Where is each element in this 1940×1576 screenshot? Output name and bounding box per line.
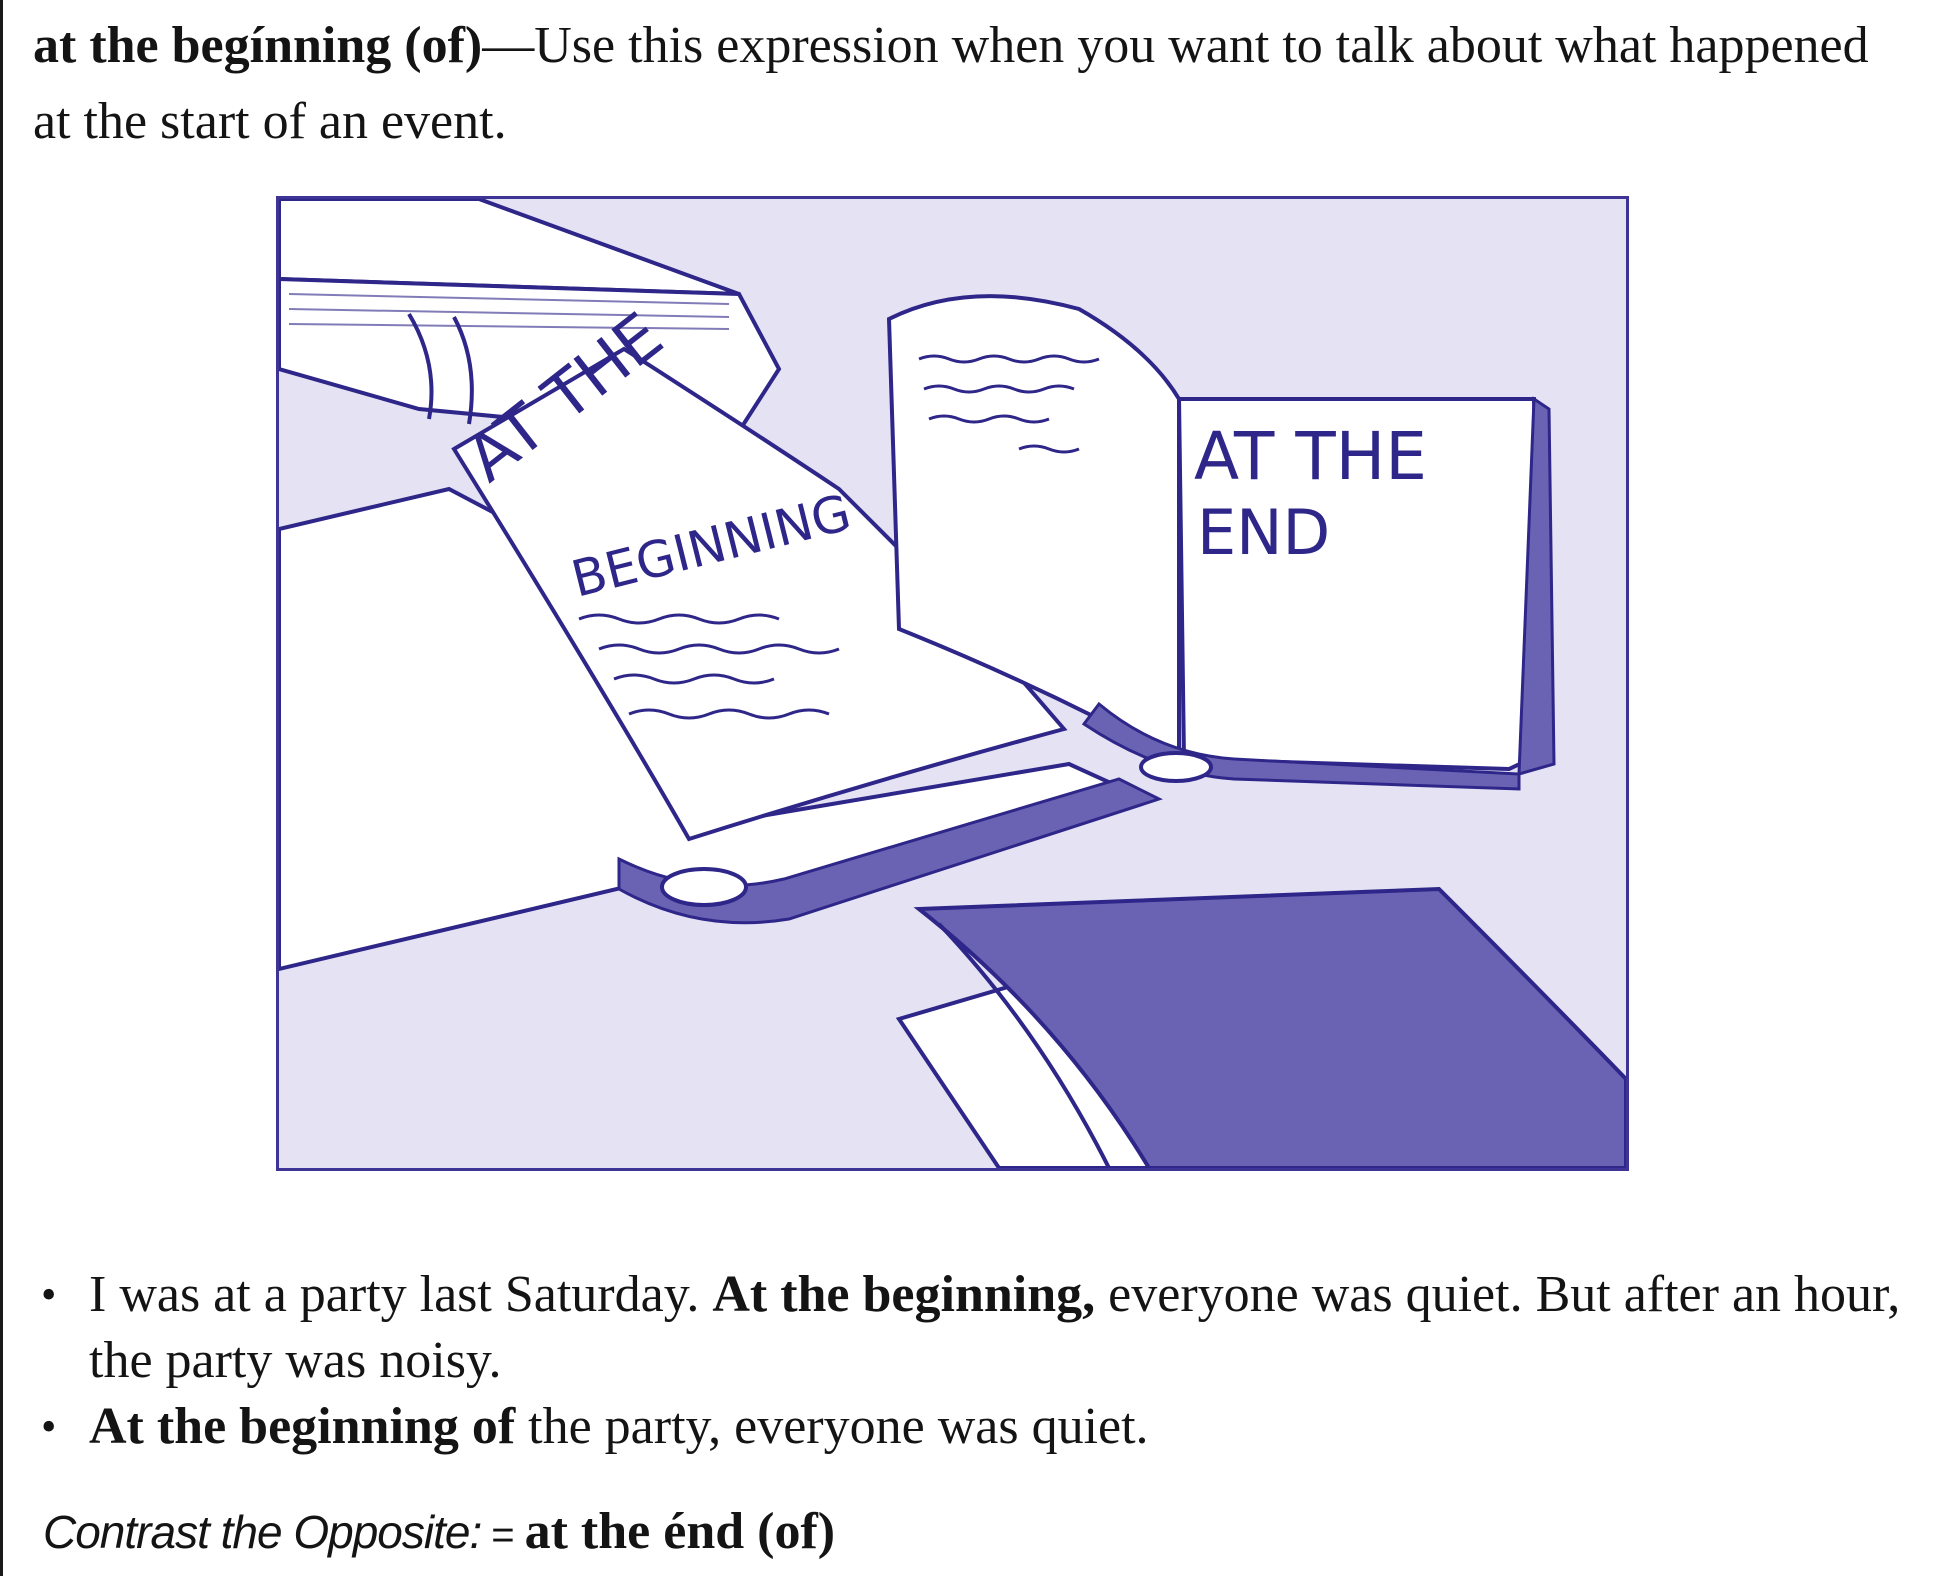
contrast-equals: = <box>491 1513 515 1557</box>
contrast-line: Contrast the Opposite: = at the énd (of) <box>43 1497 1923 1570</box>
example-2-bold: At the beginning of <box>89 1398 516 1455</box>
bullet-icon: • <box>41 1402 57 1451</box>
example-1-before: I was at a party last Saturday. <box>89 1266 713 1323</box>
example-1-bold: At the beginning, <box>712 1266 1096 1323</box>
right-book-title-line1: AT THE <box>1194 418 1427 495</box>
contrast-label: Contrast the Opposite: <box>43 1506 482 1558</box>
document-page: at the begínning (of)—Use this expressio… <box>0 0 1940 1576</box>
right-book-title-line2: END <box>1197 496 1330 569</box>
example-2-after: the party, everyone was quiet. <box>515 1398 1149 1455</box>
example-item-2: • At the beginning of the party, everyone… <box>31 1394 1911 1460</box>
closed-book-bottom-right <box>895 886 1626 1168</box>
definition-dash: — <box>482 17 535 74</box>
example-list: • I was at a party last Saturday. At the … <box>31 1262 1911 1460</box>
books-drawing: AT THE BEGINNING AT THE END <box>279 199 1626 1168</box>
bullet-icon: • <box>41 1270 57 1319</box>
books-illustration: AT THE BEGINNING AT THE END <box>276 196 1629 1171</box>
contrast-opposite: at the énd (of) <box>524 1503 836 1560</box>
example-item-1: • I was at a party last Saturday. At the … <box>31 1262 1911 1394</box>
definition-paragraph: at the begínning (of)—Use this expressio… <box>33 8 1913 160</box>
definition-term: at the begínning (of) <box>33 17 483 74</box>
